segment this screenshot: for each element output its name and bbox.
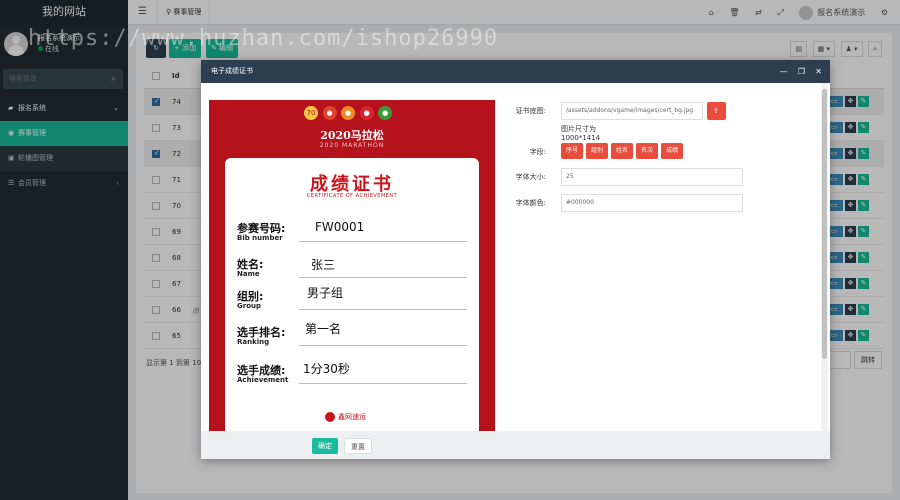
field-label: 字段: [529,148,546,156]
font-color-label: 字体颜色: [515,199,546,207]
modal-controls: — ❐ ✕ [772,60,822,84]
logo-ribbon-icon: ● [359,106,374,120]
tag-rank[interactable]: 名次 [636,143,659,159]
bib-number-field: 参赛号码: Bib number FW0001 [237,220,467,250]
certificate-modal: 电子成绩证书 — ❐ ✕ 70 ● ● ● ● 2020马拉松 2020 MAR… [201,60,830,459]
achievement-field: 选手成绩: Achievement 1分30秒 [237,362,467,392]
image-label: 证书底图: [515,107,546,115]
font-size-label: 字体大小: [515,173,546,181]
stamp-icon [325,412,335,422]
font-color-input[interactable]: #000000 [561,194,743,212]
certificate-heading-en: 2020 MARATHON [319,142,385,149]
sponsor-logos: 70 ● ● ● ● [304,106,394,120]
close-icon[interactable]: ✕ [815,67,822,76]
certificate-card: 成绩证书 CERTIFICATE OF ACHIEVEMENT 参赛号码: Bi… [225,158,479,431]
logo-70-icon: 70 [304,106,318,120]
logo-badge-icon: ● [322,106,337,120]
image-path-input[interactable]: /assets/addons/vgame/images/cert_bg.jpg [561,102,703,120]
certificate-preview: 70 ● ● ● ● 2020马拉松 2020 MARATHON 成绩证书 CE… [209,100,495,431]
name-field: 姓名: Name 张三 [237,256,467,286]
certificate-card-title-en: CERTIFICATE OF ACHIEVEMENT [306,193,398,199]
modal-scrollbar[interactable] [821,83,828,431]
group-field: 组别: Group 男子组 [237,286,467,318]
tag-name[interactable]: 姓名 [611,143,634,159]
modal-body: 70 ● ● ● ● 2020马拉松 2020 MARATHON 成绩证书 CE… [201,83,830,431]
organizer-stamp: 鑫网速运 [325,412,366,422]
bib-number-value: FW0001 [315,220,365,234]
ranking-value: 第一名 [305,322,342,336]
modal-header: 电子成绩证书 — ❐ ✕ [201,60,830,83]
ranking-field: 选手排名: Ranking 第一名 [237,322,467,354]
group-value: 男子组 [307,286,344,300]
name-value: 张三 [311,258,336,272]
reset-button[interactable]: 重置 [344,438,372,454]
tag-group[interactable]: 组别 [586,143,609,159]
minimize-icon[interactable]: — [780,67,788,76]
certificate-heading: 2020马拉松 [320,129,384,142]
maximize-icon[interactable]: ❐ [798,67,805,76]
upload-button[interactable]: ⇪ 上传 [707,102,726,151]
modal-title: 电子成绩证书 [211,67,253,75]
achievement-value: 1分30秒 [303,362,350,376]
logo-emblem-icon: ● [378,106,393,120]
confirm-button[interactable]: 确定 [312,438,338,454]
upload-icon: ⇪ [713,107,719,115]
modal-footer: 确定 重置 [201,431,830,459]
image-size-hint: 图片尺寸为1000*1414 [561,125,601,142]
tag-serial[interactable]: 序号 [561,143,584,159]
field-tags: 序号 组别 姓名 名次 成绩 [561,143,686,159]
tag-score[interactable]: 成绩 [661,143,684,159]
font-size-input[interactable]: 25 [561,168,743,186]
scroll-thumb[interactable] [822,89,827,359]
logo-medal-icon: ● [341,106,356,120]
